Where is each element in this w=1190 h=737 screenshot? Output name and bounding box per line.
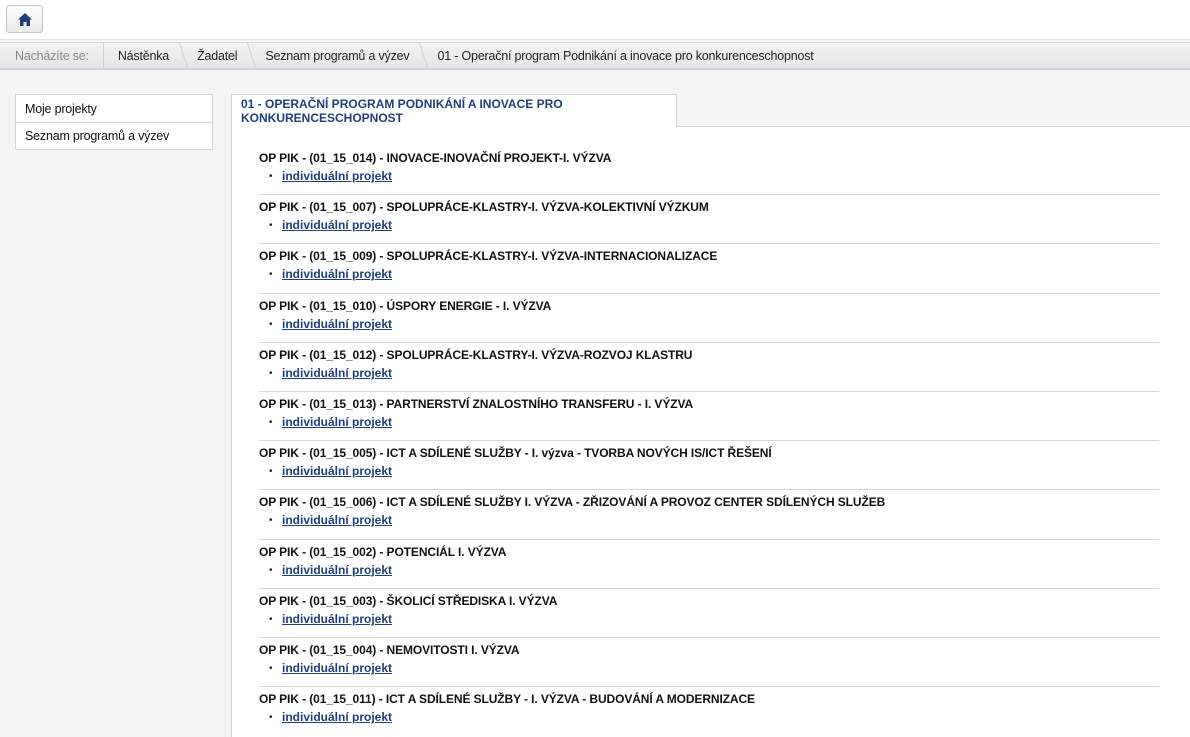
- call-title: OP PIK - (01_15_012) - SPOLUPRÁCE-KLASTR…: [259, 347, 693, 362]
- project-type-link[interactable]: individuální projekt: [282, 513, 392, 528]
- project-type-link[interactable]: individuální projekt: [282, 661, 392, 676]
- bullet-icon: •: [269, 416, 273, 428]
- project-type-link[interactable]: individuální projekt: [282, 464, 392, 479]
- list-item: OP PIK - (01_15_004) - NEMOVITOSTI I. VÝ…: [259, 638, 1159, 688]
- list-item: OP PIK - (01_15_007) - SPOLUPRÁCE-KLASTR…: [259, 195, 1159, 245]
- call-title: OP PIK - (01_15_003) - ŠKOLICÍ STŘEDISKA…: [259, 593, 558, 608]
- call-title: OP PIK - (01_15_010) - ÚSPORY ENERGIE - …: [259, 298, 552, 313]
- project-type-link[interactable]: individuální projekt: [282, 415, 392, 430]
- call-title: OP PIK - (01_15_009) - SPOLUPRÁCE-KLASTR…: [259, 249, 718, 264]
- call-title: OP PIK - (01_15_004) - NEMOVITOSTI I. VÝ…: [259, 642, 520, 657]
- call-sublist: • individuální projekt: [259, 267, 1159, 282]
- call-title: OP PIK - (01_15_007) - SPOLUPRÁCE-KLASTR…: [259, 200, 709, 215]
- call-sublist: • individuální projekt: [259, 661, 1159, 676]
- breadcrumb-item-nastenka[interactable]: Nástěnka: [104, 43, 183, 68]
- call-sublist: • individuální projekt: [259, 415, 1159, 430]
- list-item: OP PIK - (01_15_011) - ICT A SDÍLENÉ SLU…: [259, 687, 1159, 736]
- home-button[interactable]: [6, 5, 43, 33]
- call-sublist: • individuální projekt: [259, 218, 1159, 233]
- call-title: OP PIK - (01_15_013) - PARTNERSTVÍ ZNALO…: [259, 396, 694, 411]
- list-item: OP PIK - (01_15_005) - ICT A SDÍLENÉ SLU…: [259, 441, 1159, 491]
- call-sublist: • individuální projekt: [259, 710, 1159, 725]
- bullet-icon: •: [269, 662, 273, 674]
- call-sublist: • individuální projekt: [259, 612, 1159, 627]
- home-icon: [17, 12, 32, 26]
- bullet-icon: •: [269, 712, 273, 724]
- bullet-icon: •: [269, 171, 273, 182]
- project-type-link[interactable]: individuální projekt: [282, 710, 392, 725]
- breadcrumb-item-zadatel[interactable]: Žadatel: [183, 43, 251, 68]
- call-title: OP PIK - (01_15_006) - ICT A SDÍLENÉ SLU…: [259, 495, 886, 510]
- call-title: OP PIK - (01_15_011) - ICT A SDÍLENÉ SLU…: [259, 692, 755, 707]
- breadcrumb-item-current: 01 - Operační program Podnikání a inovac…: [437, 48, 814, 63]
- list-item: OP PIK - (01_15_014) - INOVACE-INOVAČNÍ …: [259, 146, 1159, 196]
- bullet-icon: •: [269, 564, 273, 576]
- list-item: OP PIK - (01_15_010) - ÚSPORY ENERGIE - …: [259, 294, 1159, 343]
- call-sublist: • individuální projekt: [259, 366, 1159, 381]
- list-item: OP PIK - (01_15_002) - POTENCIÁL I. VÝZV…: [259, 540, 1159, 589]
- breadcrumb-prefix: Nacházíte se:: [0, 43, 104, 68]
- call-title: OP PIK - (01_15_002) - POTENCIÁL I. VÝZV…: [259, 544, 507, 559]
- project-type-link[interactable]: individuální projekt: [282, 366, 392, 381]
- sidebar-item-seznam-programu[interactable]: Seznam programů a výzev: [16, 122, 212, 149]
- bullet-icon: •: [269, 613, 273, 625]
- project-type-link[interactable]: individuální projekt: [282, 317, 392, 332]
- project-type-link[interactable]: individuální projekt: [282, 563, 392, 578]
- top-bar: [0, 0, 1190, 40]
- bullet-icon: •: [269, 220, 273, 232]
- call-sublist: • individuální projekt: [259, 563, 1159, 578]
- breadcrumb: Nacházíte se: Nástěnka Žadatel Seznam pr…: [0, 42, 1190, 70]
- bullet-icon: •: [269, 466, 273, 478]
- call-sublist: • individuální projekt: [259, 513, 1159, 528]
- call-list: OP PIK - (01_15_014) - INOVACE-INOVAČNÍ …: [259, 146, 1159, 736]
- list-item: OP PIK - (01_15_006) - ICT A SDÍLENÉ SLU…: [259, 490, 1159, 540]
- list-item: OP PIK - (01_15_012) - SPOLUPRÁCE-KLASTR…: [259, 343, 1159, 392]
- bullet-icon: •: [269, 367, 273, 379]
- breadcrumb-item-seznam[interactable]: Seznam programů a výzev: [251, 43, 423, 68]
- bullet-icon: •: [269, 318, 273, 330]
- call-sublist: • individuální projekt: [259, 317, 1159, 332]
- call-title: OP PIK - (01_15_005) - ICT A SDÍLENÉ SLU…: [259, 446, 772, 461]
- bullet-icon: •: [269, 269, 273, 281]
- call-title: OP PIK - (01_15_014) - INOVACE-INOVAČNÍ …: [259, 151, 612, 165]
- project-type-link[interactable]: individuální projekt: [282, 169, 392, 184]
- call-sublist: • individuální projekt: [259, 464, 1159, 479]
- program-tab-title: 01 - OPERAČNÍ PROGRAM PODNIKÁNÍ A INOVAC…: [231, 94, 677, 127]
- list-item: OP PIK - (01_15_013) - PARTNERSTVÍ ZNALO…: [259, 392, 1159, 442]
- project-type-link[interactable]: individuální projekt: [282, 218, 392, 233]
- project-type-link[interactable]: individuální projekt: [282, 267, 392, 282]
- list-item: OP PIK - (01_15_009) - SPOLUPRÁCE-KLASTR…: [259, 244, 1159, 294]
- list-item: OP PIK - (01_15_003) - ŠKOLICÍ STŘEDISKA…: [259, 589, 1159, 638]
- call-sublist: • individuální projekt: [259, 169, 1159, 184]
- sidebar-item-moje-projekty[interactable]: Moje projekty: [16, 95, 212, 122]
- project-type-link[interactable]: individuální projekt: [282, 612, 392, 627]
- sidebar: Moje projekty Seznam programů a výzev: [15, 94, 213, 150]
- bullet-icon: •: [269, 515, 273, 527]
